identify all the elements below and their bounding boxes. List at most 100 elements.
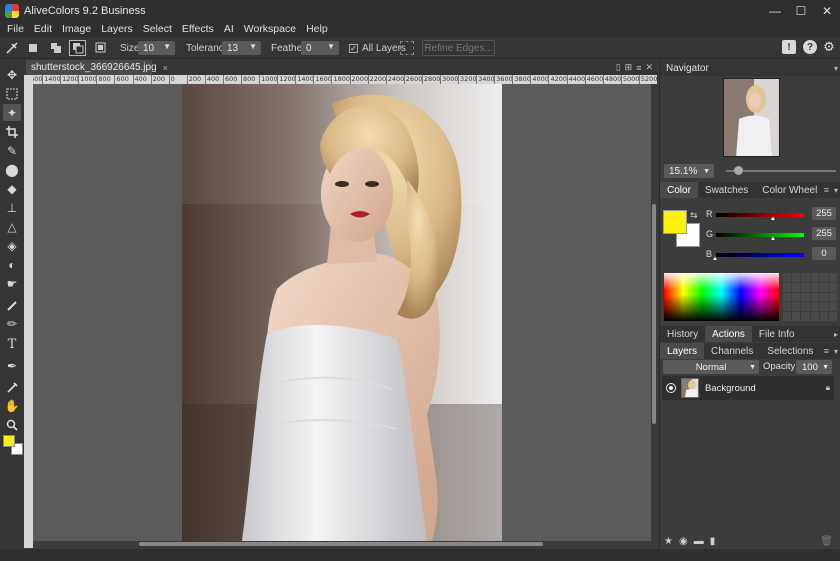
color-replace-icon[interactable]: ⬤ xyxy=(3,161,21,178)
menu-edit[interactable]: Edit xyxy=(29,23,57,35)
eyedropper-icon[interactable] xyxy=(3,378,21,395)
zoom-icon[interactable] xyxy=(3,416,21,433)
panel-menu-icon[interactable]: ≡ xyxy=(824,185,829,195)
foreground-color-box[interactable] xyxy=(663,210,687,234)
gear-icon[interactable]: ⚙ xyxy=(822,39,836,54)
collapse-icon[interactable]: ▾ xyxy=(834,64,838,73)
horizontal-scrollbar-thumb[interactable] xyxy=(139,542,543,546)
smudge-icon[interactable]: ☛ xyxy=(3,275,21,292)
horizontal-scrollbar[interactable] xyxy=(33,541,651,548)
all-layers-checkbox[interactable]: ✓ All Layers xyxy=(349,40,406,56)
help-icon[interactable]: ? xyxy=(803,40,817,54)
tab-history[interactable]: History xyxy=(660,326,705,342)
selection-mode-icon[interactable] xyxy=(400,41,414,55)
blue-slider-marker[interactable]: ▲ xyxy=(712,256,718,262)
menu-layers[interactable]: Layers xyxy=(96,23,138,35)
green-slider-track[interactable] xyxy=(716,233,804,237)
minimize-button[interactable]: — xyxy=(762,0,788,21)
tab-color[interactable]: Color xyxy=(660,182,698,198)
blend-mode-select[interactable]: Normal ▼ xyxy=(663,360,759,374)
menu-image[interactable]: Image xyxy=(57,23,96,35)
tolerance-input[interactable]: 13 ▼ xyxy=(222,41,261,55)
intersect-selection-icon[interactable] xyxy=(92,40,109,56)
pencil-icon[interactable]: ✏ xyxy=(3,315,21,332)
vertical-scrollbar[interactable] xyxy=(651,84,657,541)
close-button[interactable]: ✕ xyxy=(814,0,840,21)
recent-swatches-grid[interactable] xyxy=(783,273,837,321)
green-slider-marker[interactable]: ▲ xyxy=(770,236,776,242)
foreground-color-swatch[interactable] xyxy=(3,435,15,447)
collapse-icon[interactable]: ▾ xyxy=(834,186,838,195)
collapse-icon[interactable]: ▾ xyxy=(834,347,838,356)
menu-select[interactable]: Select xyxy=(138,23,177,35)
canvas-area[interactable] xyxy=(33,84,651,541)
green-value[interactable]: 255 xyxy=(812,227,836,240)
tab-swatches[interactable]: Swatches xyxy=(698,182,755,198)
chevron-right-icon[interactable]: ▸ xyxy=(834,330,838,339)
menu-file[interactable]: File xyxy=(2,23,29,35)
crop-icon[interactable] xyxy=(3,123,21,140)
navigator-thumbnail[interactable] xyxy=(723,78,780,157)
menu-ai[interactable]: AI xyxy=(219,23,239,35)
vertical-scrollbar-thumb[interactable] xyxy=(652,204,656,424)
add-selection-icon[interactable] xyxy=(47,40,64,56)
clone-stamp-icon[interactable]: ⊥ xyxy=(3,199,21,216)
trash-icon[interactable]: 🗑︎ xyxy=(820,536,833,547)
layer-style-icon[interactable]: ◉ xyxy=(679,536,688,547)
eraser-icon[interactable]: ◆ xyxy=(3,180,21,197)
red-slider-marker[interactable]: ▲ xyxy=(770,216,776,222)
menu-help[interactable]: Help xyxy=(301,23,333,35)
feather-input[interactable]: 0 ▼ xyxy=(301,41,339,55)
brush-icon[interactable] xyxy=(3,296,21,313)
paint-bucket-icon[interactable]: ◈ xyxy=(3,237,21,254)
magic-wand-icon[interactable]: ✦ xyxy=(3,104,21,121)
swap-colors-icon[interactable]: ⇆ xyxy=(690,210,698,221)
dodge-icon[interactable]: ◐ xyxy=(3,256,21,273)
blue-value[interactable]: 0 xyxy=(812,247,836,260)
zoom-slider-handle[interactable] xyxy=(734,166,743,175)
lock-icon[interactable]: 🔒︎ xyxy=(826,383,830,393)
tab-actions[interactable]: Actions xyxy=(705,326,752,342)
blue-slider[interactable]: B ▲ 0 xyxy=(706,247,838,262)
size-input[interactable]: 10 ▼ xyxy=(138,41,175,55)
refine-edges-button[interactable]: Refine Edges... xyxy=(422,40,495,56)
zoom-input[interactable]: 15.1% ▼ xyxy=(664,164,714,178)
subtract-selection-icon[interactable] xyxy=(69,40,86,56)
photo-image[interactable] xyxy=(182,84,502,541)
layer-row[interactable]: Background 🔒︎ xyxy=(662,376,834,400)
move-icon[interactable]: ✥ xyxy=(3,66,21,83)
visibility-eye-icon[interactable] xyxy=(667,384,675,392)
menu-effects[interactable]: Effects xyxy=(177,23,219,35)
pen-icon[interactable]: ✒ xyxy=(3,357,21,374)
tool-preset-icon[interactable] xyxy=(3,40,20,56)
new-layer-icon[interactable]: ▮ xyxy=(710,536,716,547)
new-selection-icon[interactable] xyxy=(24,40,41,56)
close-icon[interactable]: × xyxy=(163,63,168,73)
opacity-input[interactable]: 100 ▼ xyxy=(796,360,832,374)
notification-icon[interactable]: ! xyxy=(782,40,796,54)
tab-layers[interactable]: Layers xyxy=(660,343,705,359)
tab-file-info[interactable]: File Info xyxy=(752,326,802,342)
new-adjustment-icon[interactable]: ★ xyxy=(664,536,673,547)
red-value[interactable]: 255 xyxy=(812,207,836,220)
blue-slider-track[interactable] xyxy=(716,253,804,257)
red-slider-track[interactable] xyxy=(716,213,804,217)
tab-selections[interactable]: Selections xyxy=(760,343,820,359)
grid-icon[interactable]: ⊞ xyxy=(625,62,633,73)
tab-channels[interactable]: Channels xyxy=(704,343,760,359)
healing-brush-icon[interactable]: ✎ xyxy=(3,142,21,159)
tab-color-wheel[interactable]: Color Wheel xyxy=(755,182,824,198)
marquee-icon[interactable] xyxy=(3,85,21,102)
new-group-icon[interactable]: ▬ xyxy=(694,536,704,547)
close-icon[interactable]: ✕ xyxy=(645,62,653,73)
maximize-button[interactable]: ☐ xyxy=(788,0,814,21)
menu-icon[interactable]: ≡ xyxy=(636,63,641,73)
document-tab[interactable]: shutterstock_366926645.jpg × xyxy=(26,60,168,75)
sharpen-icon[interactable]: △ xyxy=(3,218,21,235)
menu-workspace[interactable]: Workspace xyxy=(239,23,301,35)
red-slider[interactable]: R ▲ 255 xyxy=(706,207,838,222)
text-icon[interactable]: T xyxy=(3,336,21,353)
panel-menu-icon[interactable]: ≡ xyxy=(824,346,829,356)
green-slider[interactable]: G ▲ 255 xyxy=(706,227,838,242)
document-icon[interactable]: ▯ xyxy=(616,62,621,73)
